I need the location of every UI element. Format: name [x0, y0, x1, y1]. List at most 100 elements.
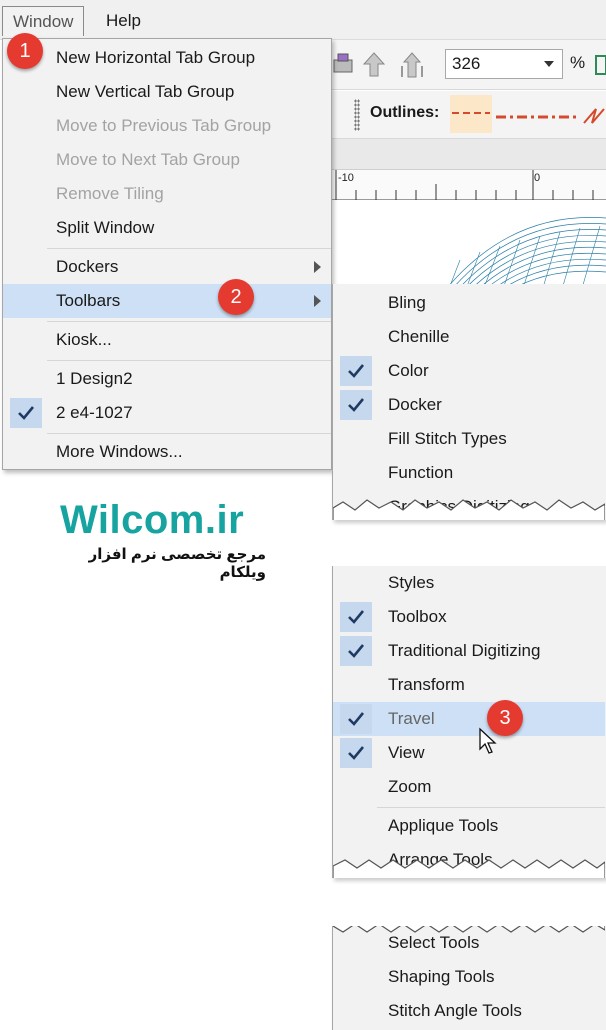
submenu-item-chenille[interactable]: Chenille	[333, 320, 605, 354]
submenu-item-label: Transform	[388, 675, 465, 694]
checkmark-icon	[340, 356, 372, 386]
submenu-item-label: Stitch Angle Tools	[388, 1001, 522, 1020]
submenu-item-toolbox[interactable]: Toolbox	[333, 600, 605, 634]
checkmark-icon	[340, 738, 372, 768]
checkmark-icon	[340, 636, 372, 666]
torn-edge	[333, 859, 605, 878]
submenu-item-travel[interactable]: Travel	[333, 702, 605, 736]
menu-item-label: New Horizontal Tab Group	[56, 48, 256, 67]
menu-separator	[47, 321, 331, 322]
ruler-label: 0	[534, 172, 541, 184]
submenu-item-bling[interactable]: Bling	[333, 286, 605, 320]
checkmark-icon	[340, 602, 372, 632]
submenu-item-styles[interactable]: Styles	[333, 566, 605, 600]
menu-item-dockers[interactable]: Dockers	[3, 250, 331, 284]
submenu-item-label: Shaping Tools	[388, 967, 495, 986]
ruler-label: -10	[338, 172, 354, 184]
menu-item-label: Toolbars	[56, 291, 121, 310]
submenu-arrow-icon	[314, 295, 321, 307]
fit-icon[interactable]	[594, 50, 606, 80]
watermark-subtitle: مرجع تخصصی نرم افزار ویلکام	[88, 546, 266, 581]
menu-item-window-1[interactable]: 1 Design2	[3, 362, 331, 396]
callout-badge: 1	[7, 33, 43, 69]
menubar-window[interactable]: Window	[2, 6, 85, 36]
menu-item-window-2[interactable]: 2 e4-1027	[3, 396, 331, 430]
submenu-item-label: Traditional Digitizing	[388, 641, 541, 660]
toolbar-grip-icon[interactable]	[354, 99, 360, 131]
menu-item-label: New Vertical Tab Group	[56, 82, 235, 101]
submenu-item-label: Chenille	[388, 327, 450, 346]
submenu-item-label: Color	[388, 361, 429, 380]
submenu-item-traditional-digitizing[interactable]: Traditional Digitizing	[333, 634, 605, 668]
submenu-item-transform[interactable]: Transform	[333, 668, 605, 702]
submenu-item-stitch-angle-tools[interactable]: Stitch Angle Tools	[333, 994, 605, 1028]
submenu-item-label: Applique Tools	[388, 816, 499, 835]
print-icon[interactable]	[330, 50, 358, 80]
outline-styles-icon[interactable]	[496, 101, 606, 131]
menu-separator	[47, 433, 331, 434]
submenu-item-label: Toolbox	[388, 607, 447, 626]
menu-item-label: 2 e4-1027	[56, 403, 133, 422]
menu-item-label: Move to Previous Tab Group	[56, 116, 272, 135]
submenu-item-function[interactable]: Function	[333, 456, 605, 490]
submenu-item-fill-stitch-types[interactable]: Fill Stitch Types	[333, 422, 605, 456]
checkmark-icon	[340, 390, 372, 420]
menubar: Window Help	[0, 0, 606, 40]
zoom-unit: %	[570, 53, 586, 72]
zoom-combobox[interactable]: 326	[445, 49, 563, 79]
stitch-building-icon[interactable]	[398, 50, 426, 80]
submenu-item-label: Bling	[388, 293, 426, 312]
menu-item-label: 1 Design2	[56, 369, 133, 388]
menu-item-move-to-next-tab-group: Move to Next Tab Group	[3, 143, 331, 177]
callout-badge: 2	[218, 279, 254, 315]
submenu-item-view[interactable]: View	[333, 736, 605, 770]
submenu-item-label: Styles	[388, 573, 435, 592]
menu-item-new-vertical-tab-group[interactable]: New Vertical Tab Group	[3, 75, 331, 109]
checkmark-icon	[340, 704, 372, 734]
toolbars-submenu-part3: Select Tools Shaping Tools Stitch Angle …	[332, 926, 606, 1030]
outline-dashed-swatch[interactable]	[450, 95, 492, 133]
submenu-item-label: Zoom	[388, 777, 432, 796]
menu-item-label: Split Window	[56, 218, 155, 237]
menu-item-toolbars[interactable]: Toolbars	[3, 284, 331, 318]
watermark-title: Wilcom.ir	[60, 498, 245, 542]
submenu-item-label: Travel	[388, 709, 435, 728]
toolbars-submenu-part1: Bling Chenille Color Docker Fill Stitch …	[332, 284, 606, 520]
submenu-item-zoom[interactable]: Zoom	[333, 770, 605, 804]
tab-strip	[330, 139, 606, 170]
menu-item-split-window[interactable]: Split Window	[3, 211, 331, 245]
submenu-item-label: Docker	[388, 395, 442, 414]
menu-item-label: Remove Tiling	[56, 184, 164, 203]
submenu-item-applique-tools[interactable]: Applique Tools	[333, 809, 605, 843]
menubar-help[interactable]: Help	[96, 6, 151, 36]
menu-item-remove-tiling: Remove Tiling	[3, 177, 331, 211]
menu-item-move-to-previous-tab-group: Move to Previous Tab Group	[3, 109, 331, 143]
torn-edge	[333, 499, 605, 520]
torn-edge	[333, 926, 605, 933]
menu-separator	[377, 807, 605, 808]
zoom-value: 326	[452, 54, 481, 73]
menu-separator	[47, 248, 331, 249]
menu-item-more-windows[interactable]: More Windows...	[3, 435, 331, 469]
outlines-toolbar: Outlines:	[330, 91, 606, 139]
menu-item-label: Kiosk...	[56, 330, 112, 349]
submenu-arrow-icon	[314, 261, 321, 273]
submenu-item-color[interactable]: Color	[333, 354, 605, 388]
submenu-item-label: Function	[388, 463, 454, 482]
menu-separator	[47, 360, 331, 361]
checkmark-icon	[10, 398, 42, 428]
chevron-down-icon[interactable]	[544, 61, 554, 67]
main-toolbar: 326 %	[330, 40, 606, 90]
horizontal-ruler: -10 0	[330, 170, 606, 200]
submenu-item-docker[interactable]: Docker	[333, 388, 605, 422]
submenu-item-label: Fill Stitch Types	[388, 429, 507, 448]
menu-item-kiosk[interactable]: Kiosk...	[3, 323, 331, 357]
menu-item-label: More Windows...	[56, 442, 183, 461]
toolbars-submenu-part2: Styles Toolbox Traditional Digitizing Tr…	[332, 566, 606, 878]
menu-item-new-horizontal-tab-group[interactable]: New Horizontal Tab Group	[3, 41, 331, 75]
menu-item-label: Move to Next Tab Group	[56, 150, 240, 169]
submenu-item-shaping-tools[interactable]: Shaping Tools	[333, 960, 605, 994]
menu-item-label: Dockers	[56, 257, 119, 276]
window-menu: New Horizontal Tab Group New Vertical Ta…	[2, 38, 332, 470]
stitch-up-icon[interactable]	[360, 50, 388, 80]
